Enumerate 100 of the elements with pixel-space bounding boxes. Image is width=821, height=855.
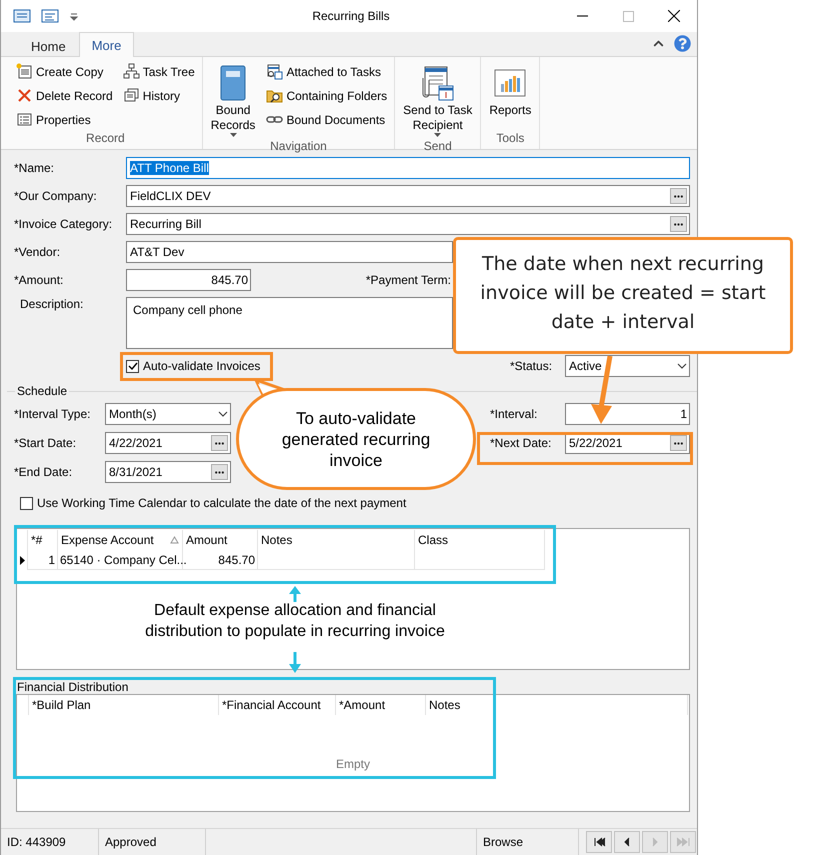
description-field[interactable]: Company cell phone — [126, 297, 453, 349]
dots-icon — [674, 222, 683, 226]
field-label: *Name: — [14, 161, 56, 175]
dropdown-arrow-icon[interactable] — [69, 11, 79, 21]
dots-icon — [215, 442, 224, 444]
book-icon — [220, 65, 246, 101]
ribbon-button[interactable]: Bound Records — [206, 61, 260, 139]
maximize-icon — [622, 10, 634, 22]
ribbon-button[interactable]: Send to Task Recipient — [399, 61, 476, 139]
ribbon-button[interactable]: Containing Folders — [263, 85, 390, 106]
stacked-pages-icon — [122, 87, 140, 104]
ribbon-button[interactable]: Create Copy — [13, 61, 116, 82]
column-header[interactable]: Class — [415, 530, 545, 550]
arrow — [289, 586, 301, 602]
help-icon[interactable] — [674, 35, 691, 52]
interval-type-select[interactable]: Month(s) — [105, 403, 231, 425]
field-label: *Amount: — [14, 273, 64, 287]
check-icon — [128, 362, 138, 370]
delete-icon — [16, 87, 33, 104]
annotation-text: Default expense allocation and financial distribution to populate in recurring invoice — [144, 601, 446, 642]
dots-icon — [674, 194, 683, 198]
group-label: Tools — [495, 131, 526, 147]
section-title: Financial Distribution — [16, 679, 130, 694]
group-label: Send — [422, 139, 453, 153]
company-field[interactable]: FieldCLIX DEV — [126, 185, 690, 207]
column-header[interactable]: *# — [28, 530, 58, 550]
approval-status: Approved — [99, 829, 206, 855]
list-icon — [16, 111, 33, 128]
minimize-icon — [576, 15, 588, 17]
ellipsis-button[interactable] — [670, 435, 687, 451]
last-record-icon — [676, 835, 690, 849]
navigation-button[interactable] — [614, 831, 640, 853]
calendar-search-icon — [266, 63, 284, 80]
name-field[interactable]: ATT Phone Bill — [126, 157, 690, 179]
column-header[interactable]: Amount — [183, 530, 258, 550]
field-label: *Interval: — [490, 407, 538, 421]
column-header[interactable]: *Amount — [336, 695, 426, 715]
field-label: *Vendor: — [14, 245, 62, 259]
dots-icon — [215, 470, 224, 474]
tree-icon — [122, 63, 140, 80]
column-header[interactable]: *Build Plan — [29, 695, 219, 715]
interval-field[interactable]: 1 — [565, 403, 690, 425]
ellipsis-button[interactable] — [670, 188, 687, 204]
table-cell: 1 — [28, 550, 58, 570]
dots-icon — [674, 442, 683, 444]
caret-icon — [434, 133, 442, 137]
ribbon-button[interactable]: Attached to Tasks — [263, 61, 390, 82]
sort-icon — [170, 536, 179, 544]
end-date-field[interactable]: 8/31/2021 — [105, 461, 231, 483]
ribbon-button[interactable]: History — [120, 85, 198, 106]
bar-chart-icon — [494, 69, 526, 97]
field-label: Description: — [19, 297, 84, 311]
field-label: *End Date: — [14, 465, 74, 479]
navigation-button[interactable] — [586, 831, 612, 853]
field-label: *Next Date: — [490, 436, 552, 450]
form-icon — [13, 9, 31, 23]
auto-validate-checkbox[interactable]: Auto-validate Invoices — [126, 359, 260, 373]
current-row-icon — [20, 556, 25, 564]
field-label: *Interval Type: — [14, 407, 92, 421]
close-icon — [668, 10, 680, 22]
ellipsis-button[interactable] — [670, 216, 687, 232]
chevron-down-icon — [677, 363, 687, 369]
ribbon-tab[interactable]: More — [78, 32, 134, 57]
record-id: ID: 443909 — [1, 829, 99, 855]
calendar-clip-icon — [420, 64, 455, 102]
chevron-down-icon — [218, 411, 228, 417]
text-field-icon — [41, 9, 59, 23]
speech-bubble: To auto-validate generated recurring invoice — [236, 388, 476, 490]
field-label: *Start Date: — [14, 436, 78, 450]
ellipsis-button[interactable] — [211, 435, 228, 451]
amount-field[interactable]: 845.70 — [126, 269, 251, 291]
caret-icon — [230, 133, 237, 137]
mode-status: Browse — [477, 829, 579, 855]
category-field[interactable]: Recurring Bill — [126, 213, 690, 235]
field-label: *Invoice Category: — [14, 217, 114, 231]
field-label: *Payment Term: — [364, 273, 451, 287]
ribbon-button[interactable]: Reports — [485, 61, 536, 131]
column-header[interactable]: Notes — [426, 695, 688, 715]
section-title: Schedule — [15, 384, 70, 398]
ribbon-button[interactable]: Delete Record — [13, 85, 116, 106]
ribbon-button[interactable]: Bound Documents — [263, 109, 390, 130]
ribbon-tab[interactable]: Home — [18, 35, 79, 57]
start-date-field[interactable]: 4/22/2021 — [105, 432, 231, 454]
group-label: Record — [85, 131, 126, 147]
field-label: *Status: — [510, 359, 554, 373]
empty-message: Empty — [334, 757, 371, 771]
window-title: Recurring Bills — [311, 9, 391, 23]
first-record-icon — [592, 835, 606, 849]
field-label: *Our Company: — [14, 189, 98, 203]
column-header[interactable]: *Financial Account — [219, 695, 336, 715]
ellipsis-button[interactable] — [211, 464, 228, 480]
status-select[interactable]: Active — [565, 355, 690, 377]
vendor-field[interactable]: AT&T Dev — [126, 241, 453, 263]
working-calendar-checkbox[interactable]: Use Working Time Calendar to calculate the date of the next payment — [20, 496, 690, 510]
column-header[interactable]: Expense Account — [58, 530, 183, 550]
group-label: Navigation — [269, 139, 328, 153]
ribbon-button[interactable]: Task Tree — [120, 61, 198, 82]
ribbon-button[interactable]: Properties — [13, 109, 116, 130]
column-header[interactable]: Notes — [258, 530, 415, 550]
callout: The date when next recurring invoice will be created = start date + interval — [453, 237, 793, 354]
